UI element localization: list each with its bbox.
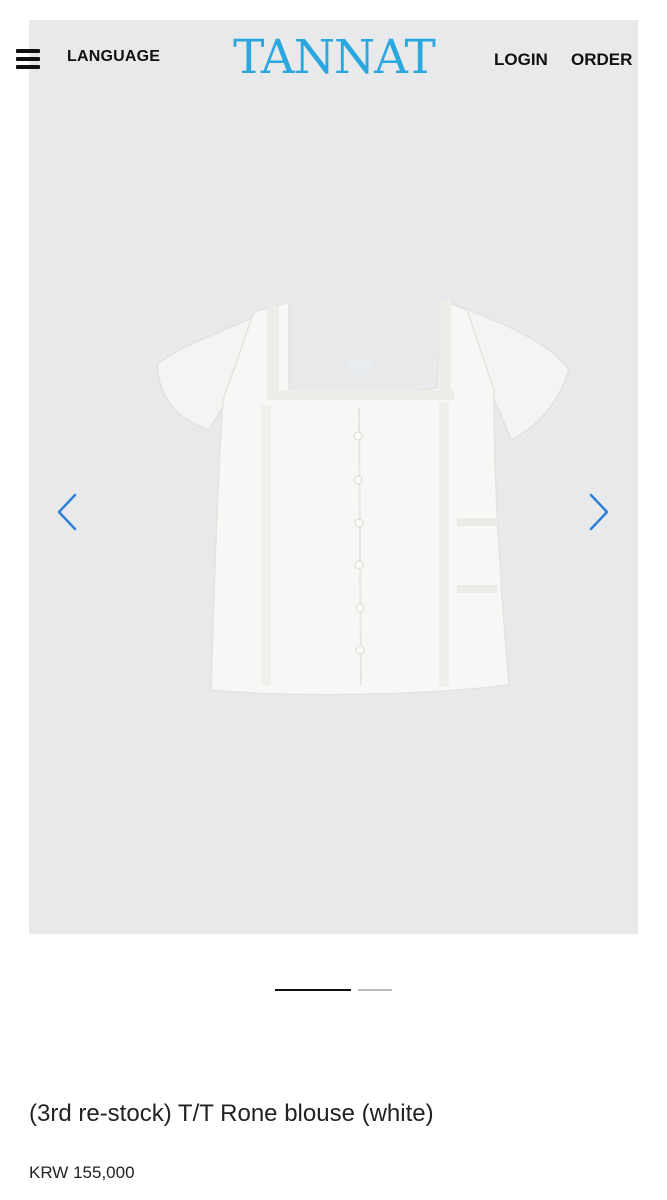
order-link[interactable]: ORDER — [571, 50, 632, 70]
product-image[interactable] — [29, 20, 638, 934]
slide-indicator-2[interactable] — [358, 989, 392, 991]
chevron-left-icon[interactable] — [55, 492, 79, 532]
brand-logo[interactable]: TANNAT — [224, 30, 444, 86]
login-link[interactable]: LOGIN — [494, 50, 548, 70]
product-price: KRW 155,000 — [29, 1163, 135, 1182]
blouse-illustration — [156, 298, 570, 696]
language-button[interactable]: LANGUAGE — [67, 48, 160, 66]
chevron-right-icon[interactable] — [587, 492, 611, 532]
product-title: (3rd re-stock) T/T Rone blouse (white) — [29, 1100, 434, 1127]
slide-indicator-1[interactable] — [275, 989, 351, 991]
hamburger-menu-icon[interactable] — [16, 49, 40, 69]
